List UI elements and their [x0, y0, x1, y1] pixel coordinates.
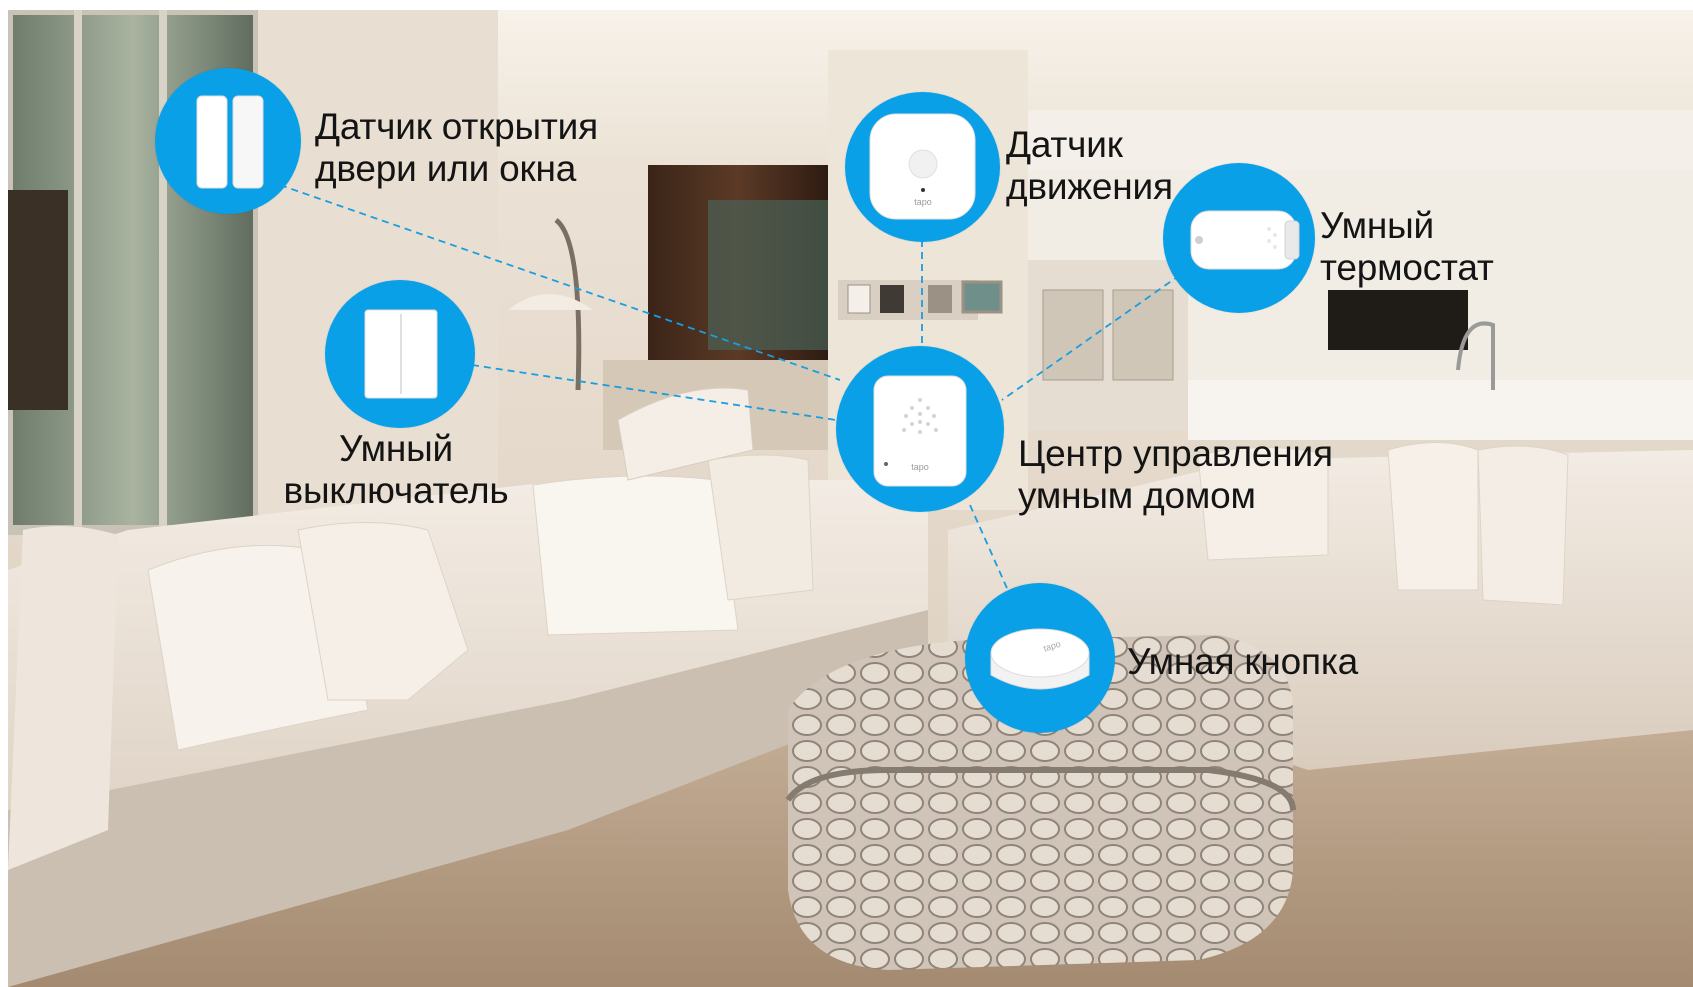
- thermostat-label-line-1: Умный: [1320, 205, 1434, 246]
- motion-sensor-brand-mark: tapo: [914, 197, 932, 207]
- button-label-line-1: Умная кнопка: [1127, 641, 1359, 682]
- smart-button-icon: tapo: [990, 628, 1090, 690]
- thermostat-circle: [1163, 163, 1315, 313]
- switch-label: Умный выключатель: [283, 428, 509, 512]
- motion-sensor-label: Датчик движения: [1006, 124, 1173, 208]
- contact-sensor-label-line-1: Датчик открытия: [315, 106, 598, 147]
- switch-circle: [325, 280, 475, 428]
- contact-sensor-circle: [155, 68, 301, 214]
- switch-label-line-2: выключатель: [283, 470, 509, 511]
- contact-sensor-label-line-2: двери или окна: [315, 148, 577, 189]
- button-circle: tapo: [965, 583, 1115, 733]
- thermostat-label: Умный термостат: [1320, 205, 1494, 289]
- thermostat-head-icon: [1190, 210, 1300, 270]
- motion-sensor-icon: tapo: [869, 113, 976, 220]
- smart-hub-icon: tapo: [873, 375, 967, 487]
- hub-brand-mark: tapo: [911, 462, 929, 472]
- motion-sensor-label-line-1: Датчик: [1006, 124, 1123, 165]
- switch-label-line-1: Умный: [339, 428, 453, 469]
- contact-sensor-icon: [196, 95, 264, 189]
- motion-sensor-circle: tapo: [845, 92, 1000, 242]
- thermostat-label-line-2: термостат: [1320, 247, 1494, 288]
- motion-sensor-label-line-2: движения: [1006, 166, 1173, 207]
- wall-switch-icon: [364, 309, 438, 399]
- contact-sensor-label: Датчик открытия двери или окна: [315, 106, 598, 190]
- hub-label: Центр управления умным домом: [1018, 433, 1333, 517]
- hub-circle: tapo: [836, 346, 1004, 512]
- hub-label-line-2: умным домом: [1018, 475, 1256, 516]
- button-label: Умная кнопка: [1127, 641, 1358, 683]
- hub-label-line-1: Центр управления: [1018, 433, 1333, 474]
